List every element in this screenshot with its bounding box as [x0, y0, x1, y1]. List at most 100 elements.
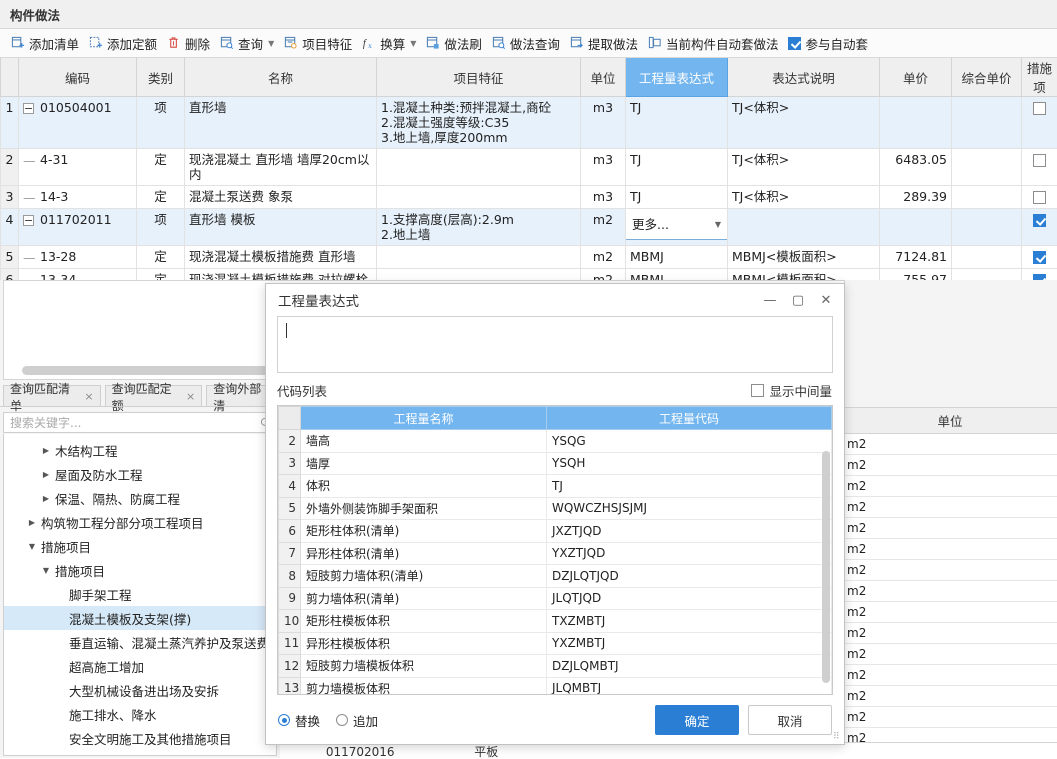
- code-table-quantity-code[interactable]: TJ: [547, 475, 832, 498]
- maximize-icon[interactable]: ▢: [784, 287, 812, 313]
- cell-comprehensive-price[interactable]: [952, 269, 1022, 281]
- quantity-expression-dialog[interactable]: 工程量表达式 — ▢ ✕ 代码列表 显示中间量 工程量名称工程量代码 2墙高YS…: [265, 283, 845, 745]
- code-table-header-0[interactable]: [279, 407, 301, 430]
- collapse-icon[interactable]: −: [23, 215, 34, 226]
- bottom-tab-0[interactable]: 查询匹配清单×: [3, 385, 101, 407]
- search-input[interactable]: [8, 415, 260, 431]
- cell-price[interactable]: [880, 97, 952, 149]
- code-table-quantity-name[interactable]: 矩形柱模板体积: [301, 610, 547, 633]
- tree-node-9[interactable]: ▸超高施工增加: [4, 654, 276, 678]
- tree-node-1[interactable]: ▶屋面及防水工程: [4, 462, 276, 486]
- table-row[interactable]: 4−011702011项直形墙 模板1.支撑高度(层高):2.9m 2.地上墙m…: [1, 209, 1057, 246]
- chevron-down-icon[interactable]: ▼: [268, 39, 274, 48]
- cell-expression[interactable]: TJ: [626, 186, 728, 209]
- table-row[interactable]: 1−010504001项直形墙1.混凝土种类:预拌混凝土,商砼 2.混凝土强度等…: [1, 97, 1057, 149]
- chevron-down-icon[interactable]: ▼: [715, 217, 721, 232]
- code-table-row[interactable]: 6矩形柱体积(清单)JXZTJQD: [279, 520, 832, 543]
- code-list-table[interactable]: 工程量名称工程量代码 2墙高YSQG3墙厚YSQH4体积TJ5外墙外侧装饰脚手架…: [277, 405, 833, 695]
- right-grid-cell-unit[interactable]: m2: [843, 434, 1057, 455]
- code-table-quantity-name[interactable]: 墙高: [301, 430, 547, 453]
- code-table-header-1[interactable]: 工程量名称: [301, 407, 547, 430]
- toolbar-button-4[interactable]: 项目特征: [279, 32, 357, 54]
- cell-price[interactable]: 6483.05: [880, 149, 952, 186]
- toolbar-button-0[interactable]: 添加清单: [6, 32, 84, 54]
- cell-unit[interactable]: m2: [581, 269, 626, 281]
- table-row[interactable]: 2—4-31定现浇混凝土 直形墙 墙厚20cm以内m3TJTJ<体积>6483.…: [1, 149, 1057, 186]
- cell-feature[interactable]: [377, 186, 581, 209]
- category-tree[interactable]: ▶木结构工程▶屋面及防水工程▶保温、隔热、防腐工程▶构筑物工程分部分项工程项目▼…: [3, 434, 277, 756]
- cell-name[interactable]: 混凝土泵送费 象泵: [185, 186, 377, 209]
- expression-input[interactable]: [277, 316, 833, 373]
- cell-unit[interactable]: m2: [581, 209, 626, 246]
- cell-unit[interactable]: m2: [581, 246, 626, 269]
- cell-type[interactable]: 定: [137, 149, 185, 186]
- code-table-row[interactable]: 5外墙外侧装饰脚手架面积WQWCZHSJSJMJ: [279, 497, 832, 520]
- toolbar-button-9[interactable]: 当前构件自动套做法: [643, 32, 784, 54]
- code-table-quantity-name[interactable]: 异形柱体积(清单): [301, 542, 547, 565]
- cell-measure-checkbox[interactable]: [1022, 149, 1057, 186]
- code-table-quantity-code[interactable]: YSQG: [547, 430, 832, 453]
- cell-measure-checkbox[interactable]: [1022, 246, 1057, 269]
- measure-checkbox[interactable]: [1033, 102, 1046, 115]
- cell-price[interactable]: 7124.81: [880, 246, 952, 269]
- cell-price[interactable]: [880, 209, 952, 246]
- component-method-grid[interactable]: 编码类别名称项目特征单位工程量表达式表达式说明单价综合单价措施项 1−01050…: [0, 58, 1057, 280]
- cell-price[interactable]: 289.39: [880, 186, 952, 209]
- search-box[interactable]: [3, 412, 277, 433]
- grid-header-code[interactable]: 编码: [19, 58, 137, 97]
- right-grid-cell-unit[interactable]: m2: [843, 497, 1057, 518]
- grid-header-feature[interactable]: 项目特征: [377, 58, 581, 97]
- code-table-quantity-name[interactable]: 墙厚: [301, 452, 547, 475]
- tree-node-3[interactable]: ▶构筑物工程分部分项工程项目: [4, 510, 276, 534]
- cell-comprehensive-price[interactable]: [952, 186, 1022, 209]
- code-table-row[interactable]: 12短肢剪力墙模板体积DZJLQMBTJ: [279, 655, 832, 678]
- cell-code[interactable]: —13-34: [19, 269, 137, 281]
- cell-comprehensive-price[interactable]: [952, 97, 1022, 149]
- cell-name[interactable]: 直形墙: [185, 97, 377, 149]
- measure-checkbox[interactable]: [1033, 154, 1046, 167]
- chevron-right-icon[interactable]: ▶: [40, 470, 52, 479]
- close-icon[interactable]: ✕: [812, 287, 840, 313]
- grid-header-expr[interactable]: 工程量表达式: [626, 58, 728, 97]
- code-table-row[interactable]: 10矩形柱模板体积TXZMBTJ: [279, 610, 832, 633]
- right-grid-cell-unit[interactable]: m2: [843, 560, 1057, 581]
- tree-node-4[interactable]: ▼措施项目: [4, 534, 276, 558]
- table-row[interactable]: 6—13-34定现浇混凝土模板措施费 对拉螺栓堵眼增加费m2MBMJMBMJ<模…: [1, 269, 1057, 281]
- code-table-row[interactable]: 11异形柱模板体积YXZMBTJ: [279, 632, 832, 655]
- cell-comprehensive-price[interactable]: [952, 149, 1022, 186]
- cell-feature[interactable]: [377, 269, 581, 281]
- right-grid-cell-unit[interactable]: m2: [843, 518, 1057, 539]
- grid-header-unit[interactable]: 单位: [581, 58, 626, 97]
- tree-node-7[interactable]: ▸混凝土模板及支架(撑): [4, 606, 276, 630]
- cell-type[interactable]: 定: [137, 269, 185, 281]
- code-table-row[interactable]: 2墙高YSQG: [279, 430, 832, 453]
- ok-button[interactable]: 确定: [655, 705, 739, 735]
- cell-comprehensive-price[interactable]: [952, 246, 1022, 269]
- cell-name[interactable]: 直形墙 模板: [185, 209, 377, 246]
- show-intermediate-box[interactable]: [751, 384, 764, 397]
- code-table-quantity-name[interactable]: 短肢剪力墙模板体积: [301, 655, 547, 678]
- cell-code[interactable]: −011702011: [19, 209, 137, 246]
- close-icon[interactable]: ×: [84, 390, 93, 403]
- chevron-down-icon[interactable]: ▼: [410, 39, 416, 48]
- auto-apply-checkbox-box[interactable]: [788, 37, 801, 50]
- cell-expression-desc[interactable]: [728, 209, 880, 246]
- cell-expression[interactable]: TJ: [626, 149, 728, 186]
- row-number[interactable]: 5: [1, 246, 19, 269]
- row-number[interactable]: 6: [1, 269, 19, 281]
- measure-checkbox[interactable]: [1033, 214, 1046, 227]
- chevron-down-icon[interactable]: ▼: [40, 566, 52, 575]
- cell-name[interactable]: 现浇混凝土 直形墙 墙厚20cm以内: [185, 149, 377, 186]
- cell-expression-desc[interactable]: TJ<体积>: [728, 186, 880, 209]
- cell-name[interactable]: 现浇混凝土模板措施费 直形墙: [185, 246, 377, 269]
- cell-feature[interactable]: 1.支撑高度(层高):2.9m 2.地上墙: [377, 209, 581, 246]
- cell-measure-checkbox[interactable]: [1022, 186, 1057, 209]
- cell-unit[interactable]: m3: [581, 186, 626, 209]
- cell-feature[interactable]: [377, 246, 581, 269]
- resize-grip[interactable]: ⠿: [833, 734, 842, 743]
- tree-node-0[interactable]: ▶木结构工程: [4, 438, 276, 462]
- chevron-right-icon[interactable]: ▶: [40, 446, 52, 455]
- cell-type[interactable]: 定: [137, 246, 185, 269]
- table-row[interactable]: 3—14-3定混凝土泵送费 象泵m3TJTJ<体积>289.39: [1, 186, 1057, 209]
- cell-feature[interactable]: [377, 149, 581, 186]
